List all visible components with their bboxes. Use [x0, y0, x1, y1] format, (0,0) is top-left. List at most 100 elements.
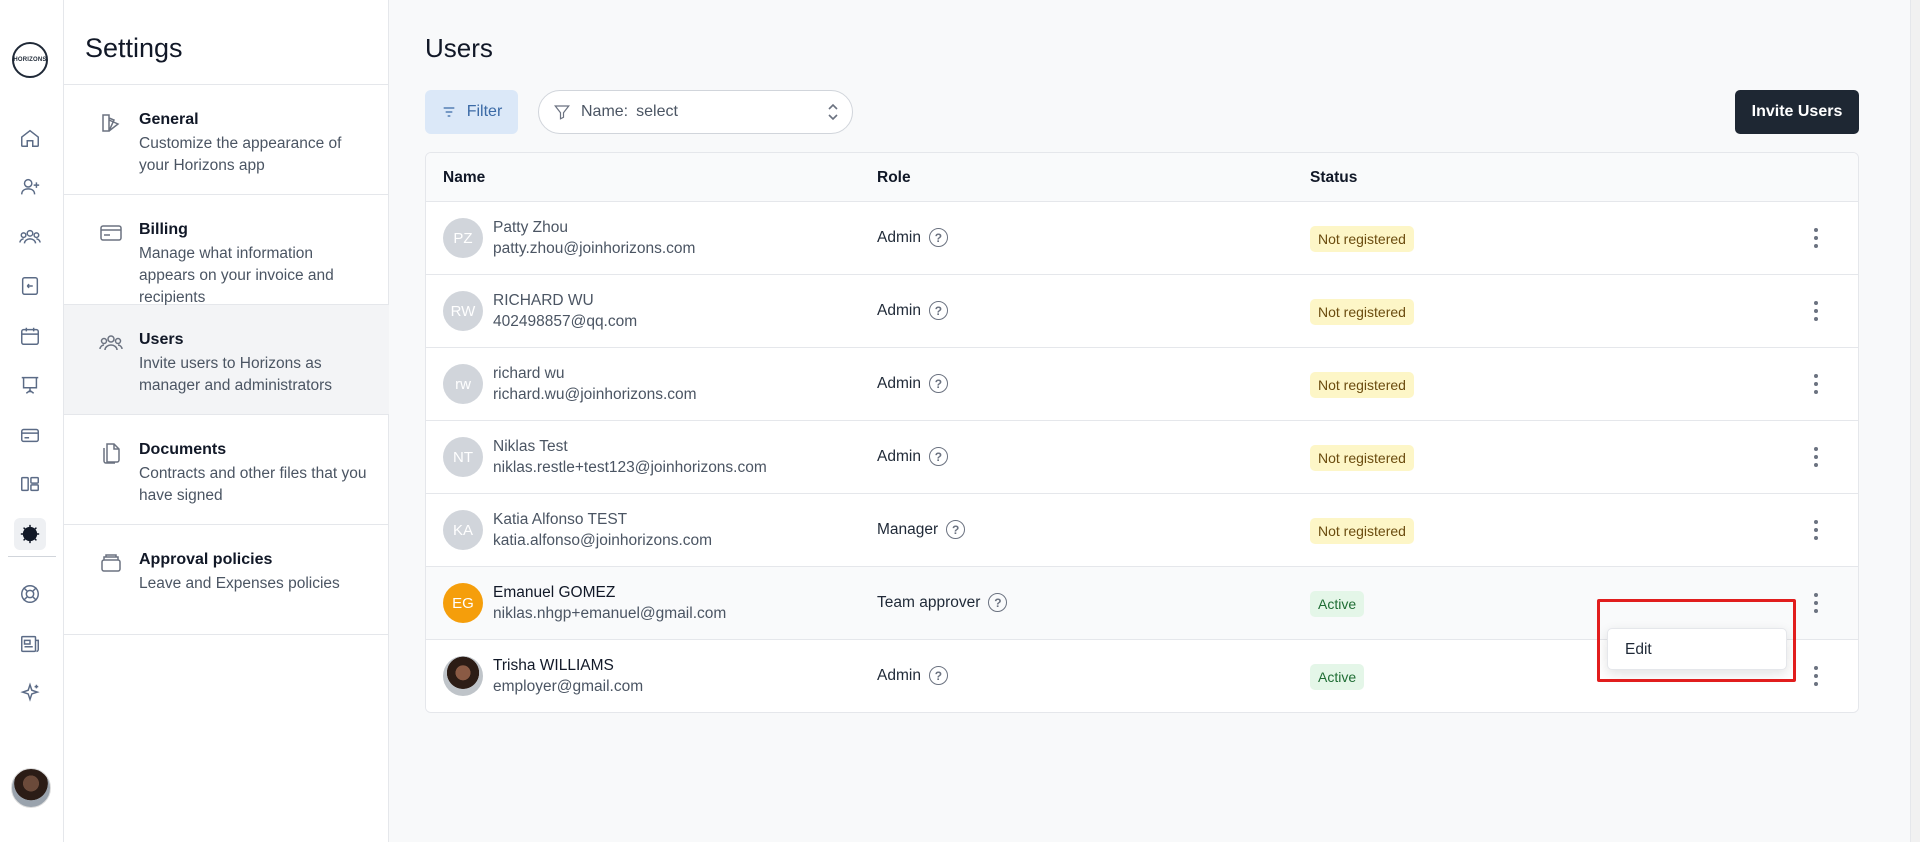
page-scrollbar[interactable]	[1910, 0, 1920, 842]
more-options-icon[interactable]	[1806, 443, 1826, 471]
credit-card-icon	[99, 221, 123, 245]
funnel-icon	[553, 103, 571, 121]
name-cell: richard wu richard.wu@joinhorizons.com	[493, 364, 697, 406]
filter-button-label: Filter	[466, 103, 503, 120]
user-name: Katia Alfonso TEST	[493, 511, 628, 528]
layout-icon[interactable]	[14, 468, 46, 500]
help-icon[interactable]: ?	[928, 666, 948, 685]
status-badge: Not registered	[1310, 518, 1414, 544]
avatar: rw	[443, 364, 483, 404]
name-cell: RICHARD WU 402498857@qq.com	[493, 291, 637, 333]
more-options-icon[interactable]	[1806, 589, 1826, 617]
palette-icon	[99, 111, 123, 135]
table-header: Name Role Status	[426, 153, 1858, 202]
settings-item-desc: Customize the appearance of your Horizon…	[139, 135, 342, 174]
name-cell: Niklas Test niklas.restle+test123@joinho…	[493, 437, 767, 479]
settings-item-billing[interactable]: Billing Manage what information appears …	[64, 195, 389, 306]
help-icon[interactable]: ?	[946, 520, 966, 539]
user-name: RICHARD WU	[493, 292, 594, 309]
user-role: Admin	[877, 301, 921, 319]
filter-button[interactable]: Filter	[425, 90, 518, 134]
role-cell: Admin ?	[877, 301, 948, 320]
user-avatar[interactable]	[11, 768, 51, 808]
avatar: EG	[443, 583, 483, 623]
user-name: Niklas Test	[493, 438, 568, 455]
more-options-icon[interactable]	[1806, 297, 1826, 325]
user-name: Patty Zhou	[493, 219, 568, 236]
name-filter-label: Name:	[581, 103, 629, 120]
news-icon[interactable]	[14, 628, 46, 660]
home-icon[interactable]	[14, 122, 46, 154]
documents-icon	[99, 441, 123, 465]
settings-title: Settings	[85, 33, 183, 63]
table-row[interactable]: rw richard wu richard.wu@joinhorizons.co…	[426, 348, 1858, 421]
team-icon[interactable]	[14, 221, 46, 253]
help-icon[interactable]: ?	[988, 593, 1008, 612]
edit-menu-item[interactable]: Edit	[1608, 629, 1786, 671]
settings-item-desc: Invite users to Horizons as manager and …	[139, 355, 332, 394]
column-header-status: Status	[1310, 169, 1358, 186]
role-cell: Admin ?	[877, 666, 948, 685]
archive-icon	[99, 551, 123, 575]
help-icon[interactable]: ?	[928, 374, 948, 393]
settings-sidebar: Settings General Customize the appearanc…	[64, 0, 389, 842]
column-header-role: Role	[877, 169, 911, 186]
role-cell: Admin ?	[877, 228, 948, 247]
help-icon[interactable]: ?	[928, 228, 948, 247]
rail-divider	[8, 556, 56, 557]
page-title: Users	[425, 33, 493, 63]
user-email: employer@gmail.com	[493, 678, 644, 695]
name-filter-value: select	[636, 103, 678, 120]
status-badge: Not registered	[1310, 445, 1414, 471]
status-badge: Active	[1310, 664, 1365, 690]
user-name: richard wu	[493, 365, 565, 382]
table-row[interactable]: NT Niklas Test niklas.restle+test123@joi…	[426, 421, 1858, 494]
user-role: Manager	[877, 520, 939, 538]
horizons-logo[interactable]: HORIZONS	[12, 42, 48, 78]
user-email: patty.zhou@joinhorizons.com	[493, 240, 696, 257]
settings-item-title: Users	[139, 331, 184, 348]
team-icon	[99, 331, 123, 355]
presentation-icon[interactable]	[14, 369, 46, 401]
more-options-icon[interactable]	[1806, 224, 1826, 252]
sparkles-icon[interactable]	[14, 677, 46, 709]
settings-item-users[interactable]: Users Invite users to Horizons as manage…	[64, 305, 389, 415]
help-icon[interactable]: ?	[928, 447, 948, 466]
settings-item-documents[interactable]: Documents Contracts and other files that…	[64, 415, 389, 525]
gear-icon[interactable]	[14, 518, 46, 550]
table-row[interactable]: KA Katia Alfonso TEST katia.alfonso@join…	[426, 494, 1858, 567]
status-badge: Not registered	[1310, 226, 1414, 252]
settings-item-title: Billing	[139, 221, 188, 238]
user-email: niklas.nhgp+emanuel@gmail.com	[493, 605, 727, 622]
table-row[interactable]: RW RICHARD WU 402498857@qq.com Admin ? N…	[426, 275, 1858, 348]
role-cell: Admin ?	[877, 447, 948, 466]
settings-item-title: General	[139, 111, 199, 128]
more-options-icon[interactable]	[1806, 662, 1826, 690]
settings-item-desc: Manage what information appears on your …	[139, 245, 334, 306]
help-icon[interactable]: ?	[928, 301, 948, 320]
icon-rail: HORIZONS	[0, 0, 64, 842]
role-cell: Manager ?	[877, 520, 966, 539]
user-role: Admin	[877, 447, 921, 465]
name-filter-select[interactable]: Name: select	[538, 90, 853, 134]
status-badge: Not registered	[1310, 372, 1414, 398]
time-off-icon[interactable]	[14, 270, 46, 302]
main-content: Users Filter Name: select Invite Users N…	[390, 0, 1920, 842]
calendar-icon[interactable]	[14, 320, 46, 352]
add-user-icon[interactable]	[14, 171, 46, 203]
support-icon[interactable]	[14, 578, 46, 610]
name-cell: Katia Alfonso TEST katia.alfonso@joinhor…	[493, 510, 712, 552]
settings-item-general[interactable]: General Customize the appearance of your…	[64, 85, 389, 195]
table-row[interactable]: PZ Patty Zhou patty.zhou@joinhorizons.co…	[426, 202, 1858, 275]
invite-users-button[interactable]: Invite Users	[1735, 90, 1859, 134]
settings-item-approval-policies[interactable]: Approval policies Leave and Expenses pol…	[64, 525, 389, 635]
settings-item-desc: Leave and Expenses policies	[139, 575, 340, 592]
more-options-icon[interactable]	[1806, 516, 1826, 544]
credit-card-icon[interactable]	[14, 419, 46, 451]
column-header-name: Name	[443, 169, 486, 186]
name-cell: Trisha WILLIAMS employer@gmail.com	[493, 656, 643, 698]
more-options-icon[interactable]	[1806, 370, 1826, 398]
user-role: Admin	[877, 666, 921, 684]
user-role: Team approver	[877, 593, 981, 611]
user-name: Trisha WILLIAMS	[493, 657, 614, 674]
